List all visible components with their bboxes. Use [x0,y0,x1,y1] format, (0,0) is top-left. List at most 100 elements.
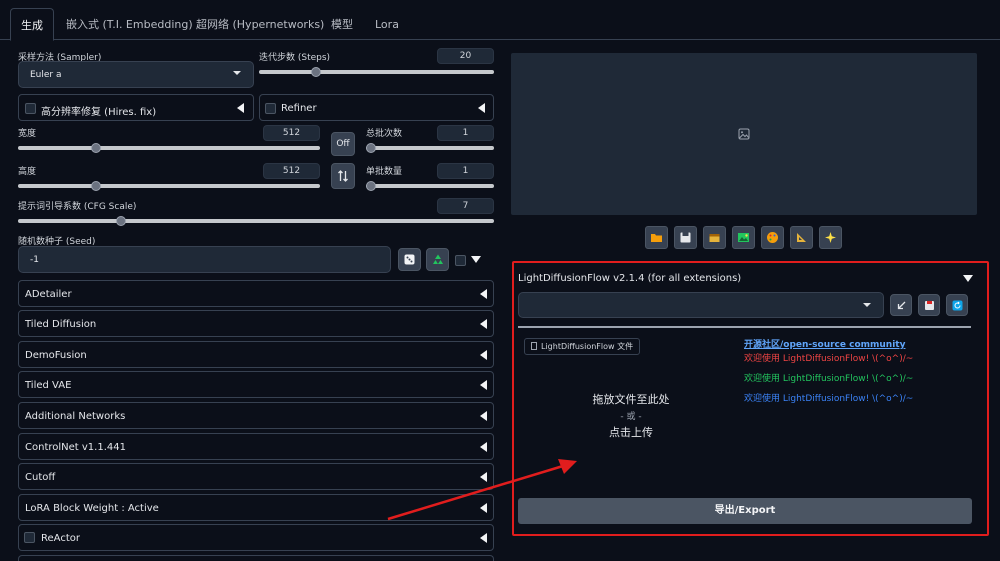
accordion-label: ADetailer [25,289,72,300]
ldf-file-upload[interactable]: LightDiffusionFlow 文件 拖放文件至此处 - 或 - 点击上传 [518,335,744,490]
sparkle-icon [825,232,836,243]
steps-input[interactable]: 20 [437,48,494,64]
collapse-arrow-icon [237,103,244,113]
collapse-arrow-icon [480,350,487,360]
collapse-arrow-icon [480,503,487,513]
output-panel: LightDiffusionFlow v2.1.4 (for all exten… [505,41,1000,561]
demofusion-accordion[interactable]: DemoFusion [18,341,494,368]
next-accordion-partial [18,555,494,561]
refiner-label: Refiner [281,103,317,114]
extra-seed-checkbox[interactable] [455,255,466,266]
cutoff-accordion[interactable]: Cutoff [18,463,494,490]
width-slider-handle[interactable] [91,143,101,153]
steps-slider-handle[interactable] [310,67,321,77]
batch-count-slider[interactable] [366,143,494,153]
width-input[interactable]: 512 [263,125,320,141]
additional-networks-accordion[interactable]: Additional Networks [18,402,494,429]
cfg-slider-handle[interactable] [115,216,126,226]
tiled-diffusion-accordion[interactable]: Tiled Diffusion [18,310,494,337]
batch-size-input[interactable]: 1 [437,163,494,179]
batch-size-slider[interactable] [366,181,494,191]
tab-generate[interactable]: 生成 [10,8,54,41]
sampler-dropdown[interactable]: Euler a [18,61,254,88]
reactor-accordion[interactable]: ReActor [18,524,494,551]
save-button[interactable] [674,226,697,249]
tab-ti-embedding[interactable]: 嵌入式 (T.I. Embedding) [56,8,203,41]
send-to-inpaint-button[interactable] [761,226,784,249]
refiner-accordion[interactable]: Refiner [259,94,494,121]
ldf-title: LightDiffusionFlow v2.1.4 (for all exten… [518,273,742,284]
tiled-vae-accordion[interactable]: Tiled VAE [18,371,494,398]
ldf-file-label: LightDiffusionFlow 文件 [524,338,641,355]
collapse-arrow-icon [480,472,487,482]
community-link[interactable]: 开源社区/open-source community [744,337,905,350]
steps-slider[interactable] [259,67,494,77]
batch-count-input[interactable]: 1 [437,125,494,141]
send-to-img2img-button[interactable] [732,226,755,249]
height-slider-handle[interactable] [91,181,101,191]
sampler-value: Euler a [30,70,62,80]
hires-fix-checkbox[interactable] [25,103,36,114]
batch-count-slider-handle[interactable] [366,143,376,153]
upload-click-text: 点击上传 [609,426,653,439]
collapse-arrow-icon [480,380,487,390]
adetailer-accordion[interactable]: ADetailer [18,280,494,307]
dice-icon [404,254,415,265]
batch-size-label: 单批数量 [366,167,403,177]
aspect-lock-button[interactable]: Off [331,132,355,156]
height-input[interactable]: 512 [263,163,320,179]
seed-value: -1 [30,255,39,265]
refresh-icon [952,300,962,310]
reactor-checkbox[interactable] [24,532,35,543]
file-icon [531,342,537,350]
tab-hypernetworks[interactable]: 超网络 (Hypernetworks) [186,8,334,41]
collapse-arrow-icon [480,411,487,421]
cfg-slider[interactable] [18,216,494,226]
ldf-apply-button[interactable] [890,294,912,316]
sparkle-button[interactable] [819,226,842,249]
ldf-file-chip-text: LightDiffusionFlow 文件 [541,342,634,351]
image-placeholder-icon [738,128,750,140]
reuse-seed-button[interactable] [426,248,449,271]
cfg-label: 提示词引导系数 (CFG Scale) [18,202,137,212]
tab-bar: 生成 嵌入式 (T.I. Embedding) 超网络 (Hypernetwor… [0,0,1000,41]
lora-block-weight-accordion[interactable]: LoRA Block Weight : Active [18,494,494,521]
open-folder-button[interactable] [645,226,668,249]
cfg-input[interactable]: 7 [437,198,494,214]
picture-icon [738,233,749,242]
tab-models[interactable]: 模型 [321,8,363,41]
ldf-save-button[interactable] [918,294,940,316]
collapse-arrow-icon [480,319,487,329]
send-to-extras-button[interactable] [790,226,813,249]
save-icon [924,300,934,310]
reactor-label: ReActor [41,533,80,544]
height-label: 高度 [18,167,37,177]
collapse-arrow-icon [480,442,487,452]
collapse-arrow-icon [480,289,487,299]
tab-lora[interactable]: Lora [365,8,409,41]
ldf-refresh-button[interactable] [946,294,968,316]
expand-arrow-icon[interactable] [471,256,481,263]
controlnet-accordion[interactable]: ControlNet v1.1.441 [18,433,494,460]
collapse-arrow-icon[interactable] [963,275,973,282]
triangle-ruler-icon [797,233,806,242]
chevron-down-icon [233,71,241,75]
folder-icon [651,234,662,242]
ldf-preset-dropdown[interactable] [518,292,884,318]
swap-arrows-icon [338,170,348,182]
zip-button[interactable] [703,226,726,249]
collapse-arrow-icon [478,103,485,113]
export-button[interactable]: 导出/Export [518,498,972,524]
collapse-arrow-icon [480,533,487,543]
swap-dimensions-button[interactable] [331,163,355,189]
divider [518,326,971,328]
width-slider[interactable] [18,143,320,153]
refiner-checkbox[interactable] [265,103,276,114]
hires-fix-accordion[interactable]: 高分辨率修复 (Hires. fix) [18,94,254,121]
seed-input[interactable]: -1 [18,246,391,273]
lightdiffusionflow-panel: LightDiffusionFlow v2.1.4 (for all exten… [512,261,989,536]
accordion-label: Tiled Diffusion [25,319,97,330]
batch-size-slider-handle[interactable] [366,181,376,191]
random-seed-button[interactable] [398,248,421,271]
height-slider[interactable] [18,181,320,191]
